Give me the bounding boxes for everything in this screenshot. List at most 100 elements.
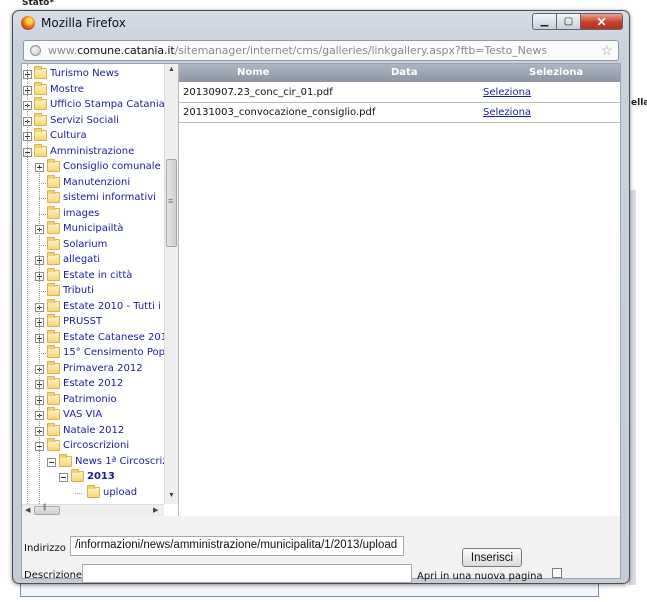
tree-item[interactable]: Patrimonio bbox=[22, 391, 164, 408]
tree-item-label: Manutenzioni bbox=[63, 176, 131, 188]
tree-item[interactable]: 15° Censimento Pop bbox=[22, 345, 164, 361]
tree-item[interactable]: VAS VIA bbox=[22, 407, 164, 423]
collapse-icon[interactable] bbox=[47, 457, 56, 467]
tree-item-label: Estate Catanese 201 bbox=[63, 331, 164, 343]
tree-item[interactable]: Cultura bbox=[22, 128, 164, 144]
bookmark-star-icon[interactable]: ☆ bbox=[600, 42, 613, 59]
tree-item[interactable]: Solarium bbox=[22, 236, 164, 253]
tree-item-label: VAS VIA bbox=[63, 409, 103, 420]
tree-item-label: allegati bbox=[63, 254, 101, 265]
tree-item[interactable]: Consiglio comunale bbox=[22, 159, 164, 175]
minimize-button[interactable]: ▁ bbox=[532, 13, 557, 30]
scroll-right-arrow-icon[interactable]: ▶ bbox=[153, 506, 158, 514]
tree-item[interactable]: Municipailtà bbox=[22, 221, 164, 237]
folder-tree: Turismo News Mostre Ufficio Stampa Catania… bbox=[22, 64, 164, 504]
collapse-icon[interactable] bbox=[59, 473, 68, 482]
tree-item-label: images bbox=[63, 207, 100, 219]
tree-item[interactable]: Amministrazione bbox=[22, 143, 164, 160]
inserisci-button[interactable]: Inserisci bbox=[462, 548, 522, 567]
background-page-box bbox=[20, 582, 599, 597]
firefox-logo-icon bbox=[21, 16, 35, 30]
tree-item-label: Primavera 2012 bbox=[63, 362, 143, 374]
scroll-down-arrow-icon[interactable]: ▼ bbox=[168, 492, 175, 499]
tree-item[interactable]: Circoscrizioni bbox=[22, 438, 164, 454]
tree-connector bbox=[39, 291, 46, 292]
file-row: 20130907.23_conc_cir_01.pdf Seleziona bbox=[179, 83, 620, 103]
tree-item[interactable]: Turismo News bbox=[22, 66, 164, 82]
page-content: Turismo News Mostre Ufficio Stampa Catania… bbox=[21, 63, 621, 583]
tree-item[interactable]: Estate 2012 bbox=[22, 376, 164, 392]
url-domain: comune.catania.it bbox=[77, 44, 175, 57]
tree-item-label: Tributi bbox=[63, 285, 94, 296]
link-form: Indirizzo /informazioni/news/amministraz… bbox=[22, 516, 620, 583]
folder-icon bbox=[34, 143, 47, 157]
tree-item-label: Patrimonio bbox=[63, 393, 117, 405]
tree-item[interactable]: Servizi Sociali bbox=[22, 112, 164, 129]
tree-item[interactable]: upload bbox=[22, 484, 164, 501]
file-name: 20131003_convocazione_consiglio.pdf bbox=[183, 107, 376, 118]
seleziona-link[interactable]: Seleziona bbox=[483, 87, 531, 98]
maximize-button[interactable]: ▢ bbox=[556, 13, 581, 30]
folder-icon bbox=[47, 329, 60, 343]
folder-icon bbox=[47, 221, 60, 234]
folder-icon bbox=[87, 484, 100, 498]
descrizione-input[interactable] bbox=[82, 564, 412, 583]
tree-item-label: News 1ª Circoscriz bbox=[75, 455, 164, 467]
tree-connector bbox=[39, 244, 46, 246]
folder-icon bbox=[47, 190, 60, 203]
tree-item[interactable]: 2013 bbox=[22, 469, 164, 485]
folder-icon bbox=[34, 128, 47, 141]
tree-item-label: Circoscrizioni bbox=[63, 440, 130, 451]
url-text[interactable]: www.comune.catania.it/sitemanager/intern… bbox=[48, 44, 547, 57]
tree-horizontal-scroll-thumb[interactable] bbox=[34, 504, 60, 515]
globe-icon[interactable] bbox=[30, 45, 41, 56]
tree-connector bbox=[39, 182, 46, 184]
tree-item-label: Amministrazione bbox=[50, 145, 135, 157]
tree-item-label: upload bbox=[103, 486, 138, 498]
descrizione-label: Descrizione bbox=[24, 570, 83, 581]
folder-icon bbox=[47, 438, 60, 451]
scroll-up-arrow-icon[interactable]: ▲ bbox=[168, 66, 175, 73]
new-page-checkbox[interactable] bbox=[552, 568, 562, 578]
folder-icon bbox=[47, 283, 60, 296]
tree-item[interactable]: sistemi informativi bbox=[22, 190, 164, 206]
tree-vertical-scrollbar[interactable]: ▲ ▼ bbox=[164, 64, 178, 504]
tree-item[interactable]: Estate 2010 - Tutti i bbox=[22, 298, 164, 315]
seleziona-link[interactable]: Seleziona bbox=[483, 107, 531, 118]
tree-item[interactable]: Tributi bbox=[22, 283, 164, 299]
tree-item[interactable]: Estate Catanese 201 bbox=[22, 329, 164, 346]
tree-item-label: sistemi informativi bbox=[63, 192, 156, 203]
tree-item[interactable]: Manutenzioni bbox=[22, 174, 164, 191]
tree-item-label: PRUSST bbox=[63, 316, 103, 327]
folder-tree-panel: Turismo News Mostre Ufficio Stampa Catania… bbox=[22, 64, 179, 516]
tree-item[interactable]: Ufficio Stampa Catania bbox=[22, 97, 164, 113]
tree-connector bbox=[39, 213, 46, 215]
tree-item[interactable]: Mostre bbox=[22, 81, 164, 98]
scroll-left-arrow-icon[interactable]: ◀ bbox=[25, 506, 30, 514]
url-prefix: www. bbox=[48, 44, 78, 57]
tree-item-label: Solarium bbox=[63, 238, 108, 250]
url-bar[interactable]: www.comune.catania.it/sitemanager/intern… bbox=[23, 40, 619, 61]
tree-item[interactable]: Natale 2012 bbox=[22, 422, 164, 439]
close-button[interactable]: ✕ bbox=[580, 13, 623, 30]
window-titlebar[interactable]: Mozilla Firefox ▁ ▢ ✕ bbox=[13, 11, 629, 35]
tree-connector bbox=[39, 353, 46, 354]
tree-horizontal-scrollbar[interactable]: ◀ ▶ bbox=[22, 504, 164, 516]
folder-icon bbox=[59, 453, 72, 467]
tree-item-label: Consiglio comunale bbox=[63, 161, 161, 172]
tree-vertical-scroll-thumb[interactable] bbox=[166, 159, 177, 247]
tree-item[interactable]: Estate in città bbox=[22, 267, 164, 284]
tree-guide-line bbox=[39, 168, 40, 504]
files-panel: Nome Data Seleziona 20130907.23_conc_cir… bbox=[179, 64, 620, 516]
indirizzo-input[interactable]: /informazioni/news/amministrazione/munic… bbox=[70, 536, 404, 556]
tree-item[interactable]: allegati bbox=[22, 252, 164, 268]
folder-icon bbox=[47, 298, 60, 312]
folder-icon bbox=[71, 469, 84, 482]
tree-item[interactable]: Primavera 2012 bbox=[22, 360, 164, 377]
file-row: 20131003_convocazione_consiglio.pdf Sele… bbox=[179, 103, 620, 123]
tree-item[interactable]: News 1ª Circoscriz bbox=[22, 453, 164, 470]
tree-item-label: Mostre bbox=[50, 83, 84, 95]
tree-item[interactable]: images bbox=[22, 205, 164, 222]
tree-item[interactable]: PRUSST bbox=[22, 314, 164, 330]
tree-item-label: Natale 2012 bbox=[63, 424, 125, 436]
